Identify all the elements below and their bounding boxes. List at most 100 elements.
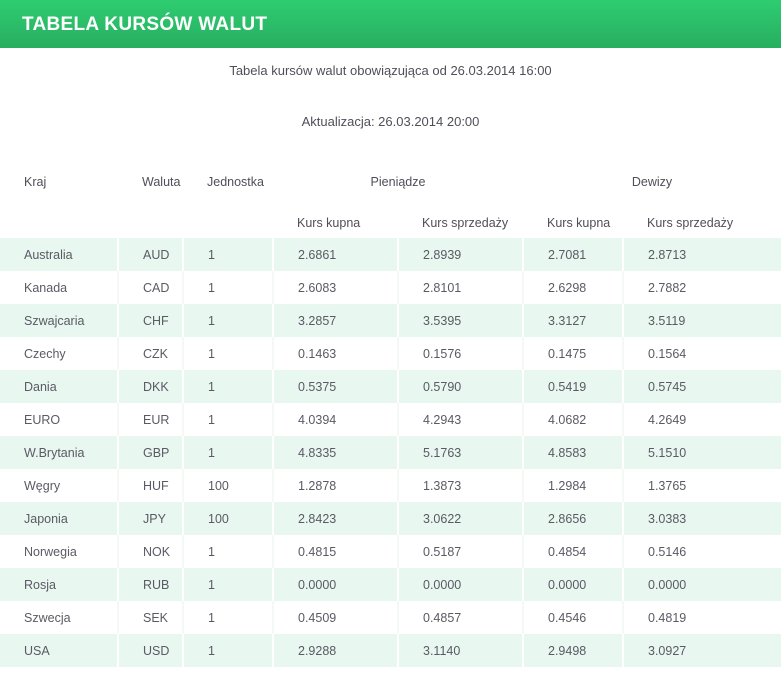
- table-row: USA USD 1 2.9288 3.1140 2.9498 3.0927: [0, 634, 781, 667]
- column-header-waluta: Waluta: [142, 175, 181, 189]
- cell-waluta: EUR: [118, 403, 184, 436]
- cell-waluta: SEK: [118, 601, 184, 634]
- cell-pieniadze-sprzedazy: 0.1576: [398, 337, 524, 370]
- cell-kraj: W.Brytania: [0, 436, 119, 469]
- cell-dewizy-kupna: 2.9498: [523, 634, 624, 667]
- cell-pieniadze-sprzedazy: 3.5395: [398, 304, 524, 337]
- cell-kraj: Węgry: [0, 469, 119, 502]
- cell-jednostka: 1: [183, 304, 274, 337]
- cell-dewizy-sprzedazy: 0.5146: [648, 544, 687, 559]
- cell-dewizy-kupna: 0.0000: [523, 568, 624, 601]
- table-validity-text: Tabela kursów walut obowiązująca od 26.0…: [229, 63, 552, 78]
- cell-dewizy-kupna: 0.4546: [523, 601, 624, 634]
- cell-dewizy-kupna: 2.8656: [523, 502, 624, 535]
- cell-jednostka: 100: [183, 502, 274, 535]
- column-header-dewizy-kurs-kupna: Kurs kupna: [547, 216, 611, 230]
- table-row: Dania DKK 1 0.5375 0.5790 0.5419 0.5745: [0, 370, 781, 403]
- cell-waluta: DKK: [118, 370, 184, 403]
- cell-jednostka: 1: [183, 634, 274, 667]
- sub-header-spacer-jednostka: [183, 196, 273, 238]
- column-header-pieniadze-kurs-sprzedazy: Kurs sprzedaży: [422, 216, 509, 230]
- cell-pieniadze-sprzedazy: 0.5187: [398, 535, 524, 568]
- cell-pieniadze-sprzedazy: 4.2943: [398, 403, 524, 436]
- table-sub-header-row: Kurs kupna Kurs sprzedaży Kurs kupna Kur…: [0, 196, 781, 238]
- cell-dewizy-kupna: 0.1475: [523, 337, 624, 370]
- cell-jednostka: 1: [183, 370, 274, 403]
- cell-kraj: Australia: [0, 238, 119, 271]
- cell-pieniadze-kupna: 1.2878: [273, 469, 399, 502]
- cell-kraj: Szwajcaria: [0, 304, 119, 337]
- cell-pieniadze-kupna: 4.0394: [273, 403, 399, 436]
- table-row: Szwecja SEK 1 0.4509 0.4857 0.4546 0.4819: [0, 601, 781, 634]
- cell-pieniadze-kupna: 2.6083: [273, 271, 399, 304]
- cell-pieniadze-sprzedazy: 1.3873: [398, 469, 524, 502]
- column-group-header-dewizy: Dewizy: [631, 175, 673, 189]
- cell-pieniadze-kupna: 4.8335: [273, 436, 399, 469]
- cell-pieniadze-kupna: 0.4509: [273, 601, 399, 634]
- cell-dewizy-sprzedazy: 0.5745: [648, 379, 687, 394]
- cell-kraj: Dania: [0, 370, 119, 403]
- cell-waluta: GBP: [118, 436, 184, 469]
- cell-pieniadze-sprzedazy: 2.8939: [398, 238, 524, 271]
- info-block: Tabela kursów walut obowiązująca od 26.0…: [0, 48, 781, 129]
- table-row: Rosja RUB 1 0.0000 0.0000 0.0000 0.0000: [0, 568, 781, 601]
- table-row: Japonia JPY 100 2.8423 3.0622 2.8656 3.0383: [0, 502, 781, 535]
- cell-pieniadze-sprzedazy: 0.4857: [398, 601, 524, 634]
- cell-dewizy-sprzedazy: 2.7882: [648, 280, 687, 295]
- cell-pieniadze-kupna: 0.1463: [273, 337, 399, 370]
- table-row: Węgry HUF 100 1.2878 1.3873 1.2984 1.3765: [0, 469, 781, 502]
- cell-pieniadze-kupna: 2.8423: [273, 502, 399, 535]
- cell-dewizy-kupna: 1.2984: [523, 469, 624, 502]
- cell-dewizy-sprzedazy: 0.4819: [648, 610, 687, 625]
- cell-jednostka: 1: [183, 238, 274, 271]
- table-row: W.Brytania GBP 1 4.8335 5.1763 4.8583 5.1510: [0, 436, 781, 469]
- cell-dewizy-kupna: 2.6298: [523, 271, 624, 304]
- cell-kraj: Rosja: [0, 568, 119, 601]
- cell-jednostka: 1: [183, 535, 274, 568]
- table-group-header-row: Kraj Waluta Jednostka Pieniądze Dewizy: [0, 164, 781, 196]
- cell-dewizy-kupna: 4.8583: [523, 436, 624, 469]
- cell-pieniadze-kupna: 3.2857: [273, 304, 399, 337]
- cell-kraj: Japonia: [0, 502, 119, 535]
- cell-pieniadze-sprzedazy: 3.1140: [398, 634, 524, 667]
- cell-jednostka: 1: [183, 271, 274, 304]
- sub-header-spacer-waluta: [118, 196, 183, 238]
- cell-waluta: USD: [118, 634, 184, 667]
- cell-pieniadze-kupna: 0.5375: [273, 370, 399, 403]
- cell-pieniadze-kupna: 0.4815: [273, 535, 399, 568]
- table-row: Czechy CZK 1 0.1463 0.1576 0.1475 0.1564: [0, 337, 781, 370]
- table-update-text: Aktualizacja: 26.03.2014 20:00: [301, 114, 480, 129]
- cell-dewizy-sprzedazy: 3.5119: [648, 313, 686, 328]
- cell-waluta: NOK: [118, 535, 184, 568]
- cell-jednostka: 100: [183, 469, 274, 502]
- cell-pieniadze-sprzedazy: 0.5790: [398, 370, 524, 403]
- cell-dewizy-kupna: 0.5419: [523, 370, 624, 403]
- column-header-jednostka: Jednostka: [207, 175, 264, 189]
- cell-pieniadze-sprzedazy: 5.1763: [398, 436, 524, 469]
- cell-jednostka: 1: [183, 601, 274, 634]
- page-title: TABELA KURSÓW WALUT: [22, 13, 268, 35]
- cell-kraj: Czechy: [0, 337, 119, 370]
- table-row: Szwajcaria CHF 1 3.2857 3.5395 3.3127 3.5119: [0, 304, 781, 337]
- cell-jednostka: 1: [183, 337, 274, 370]
- cell-kraj: EURO: [0, 403, 119, 436]
- cell-waluta: HUF: [118, 469, 184, 502]
- cell-pieniadze-sprzedazy: 2.8101: [398, 271, 524, 304]
- cell-kraj: Kanada: [0, 271, 119, 304]
- cell-pieniadze-kupna: 0.0000: [273, 568, 399, 601]
- currency-rates-table: Kraj Waluta Jednostka Pieniądze Dewizy K…: [0, 164, 781, 667]
- cell-dewizy-kupna: 3.3127: [523, 304, 624, 337]
- cell-dewizy-sprzedazy: 5.1510: [648, 445, 687, 460]
- cell-jednostka: 1: [183, 403, 274, 436]
- cell-jednostka: 1: [183, 436, 274, 469]
- cell-dewizy-sprzedazy: 3.0927: [648, 643, 687, 658]
- cell-dewizy-kupna: 0.4854: [523, 535, 624, 568]
- table-head: Kraj Waluta Jednostka Pieniądze Dewizy K…: [0, 164, 781, 238]
- column-header-kraj: Kraj: [24, 175, 47, 189]
- table-body: Australia AUD 1 2.6861 2.8939 2.7081 2.8713 Kan…: [0, 238, 781, 667]
- cell-kraj: Szwecja: [0, 601, 119, 634]
- cell-waluta: CZK: [118, 337, 184, 370]
- cell-dewizy-sprzedazy: 0.0000: [648, 577, 687, 592]
- cell-dewizy-sprzedazy: 3.0383: [648, 511, 687, 526]
- sub-header-spacer-kraj: [0, 196, 118, 238]
